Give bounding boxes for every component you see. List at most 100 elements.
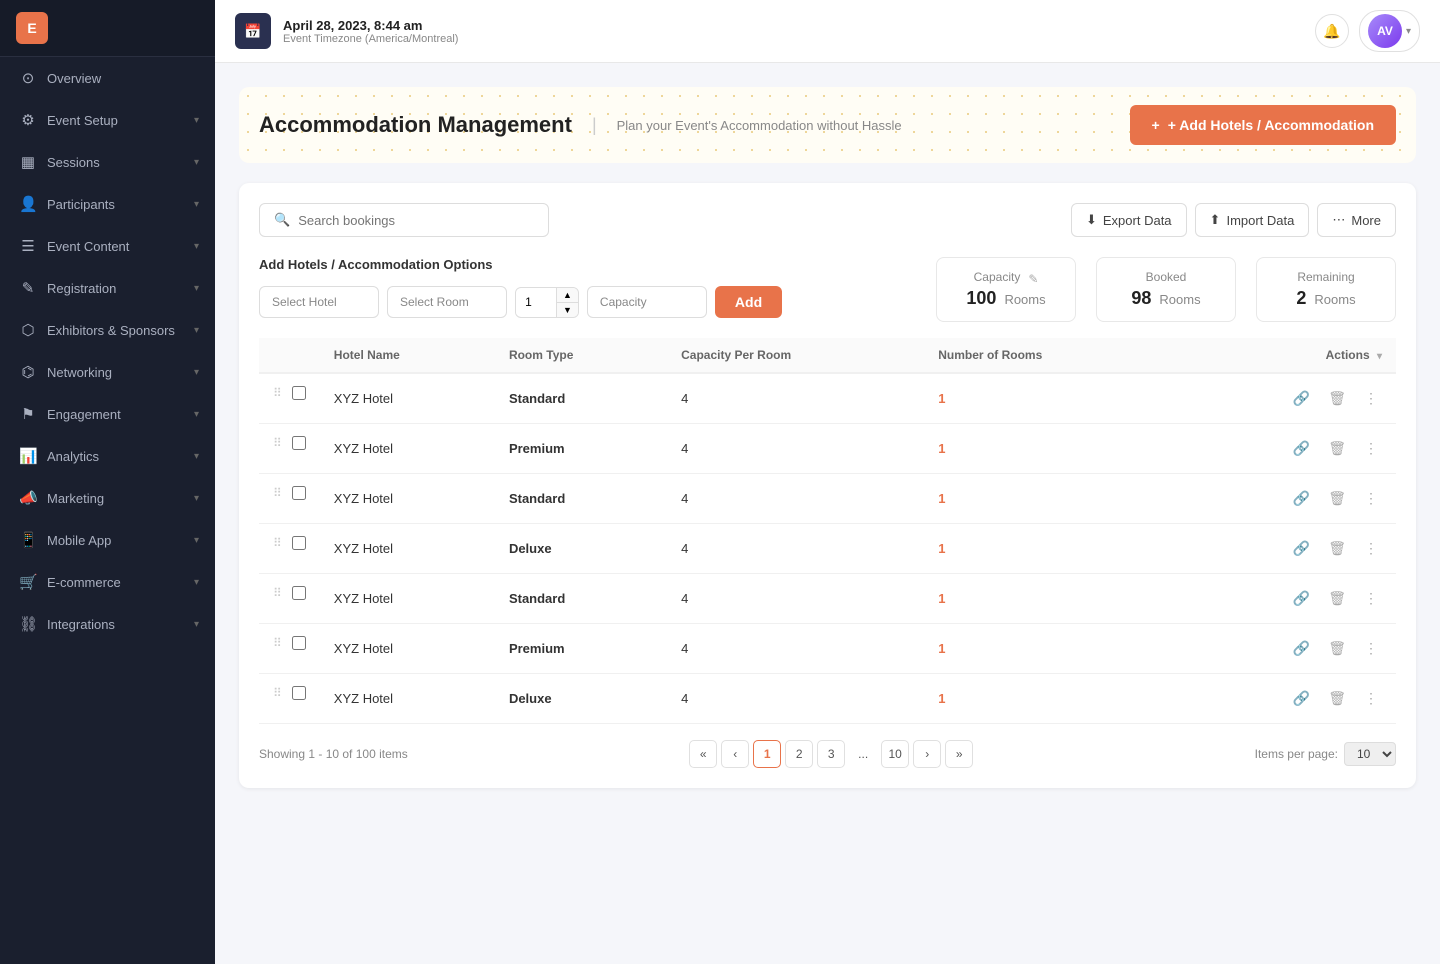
search-input[interactable] xyxy=(298,213,534,228)
edit-icon[interactable]: ✎ xyxy=(1028,272,1038,286)
row-checkbox[interactable] xyxy=(292,536,306,550)
sidebar-label-mobile-app: Mobile App xyxy=(47,533,184,548)
sidebar-item-ecommerce[interactable]: 🛒 E-commerce ▾ xyxy=(0,561,215,603)
chevron-down-icon: ▾ xyxy=(194,157,199,168)
exhibitors-icon: ⬡ xyxy=(19,321,37,339)
sidebar-item-event-content[interactable]: ☰ Event Content ▾ xyxy=(0,225,215,267)
delete-icon[interactable]: 🗑 xyxy=(1324,586,1350,611)
chevron-down-icon: ▾ xyxy=(194,115,199,126)
select-room-dropdown[interactable]: Select Room xyxy=(387,286,507,318)
pagination-last-button[interactable]: » xyxy=(945,740,973,768)
sidebar-item-analytics[interactable]: 📊 Analytics ▾ xyxy=(0,435,215,477)
drag-icon[interactable]: ⠿ xyxy=(273,636,282,650)
export-label: Export Data xyxy=(1103,213,1172,228)
drag-icon[interactable]: ⠿ xyxy=(273,486,282,500)
delete-icon[interactable]: 🗑 xyxy=(1324,636,1350,661)
quantity-stepper[interactable]: ▲ ▼ xyxy=(515,287,579,318)
col-capacity: Capacity Per Room xyxy=(667,338,924,373)
sidebar-item-engagement[interactable]: ⚑ Engagement ▾ xyxy=(0,393,215,435)
cell-hotel-name: XYZ Hotel xyxy=(320,524,495,574)
table: Hotel Name Room Type Capacity Per Room N… xyxy=(259,338,1396,724)
delete-icon[interactable]: 🗑 xyxy=(1324,436,1350,461)
increment-button[interactable]: ▲ xyxy=(557,288,578,303)
cell-hotel-name: XYZ Hotel xyxy=(320,424,495,474)
link-icon[interactable]: 🔗 xyxy=(1289,636,1314,661)
sidebar-item-participants[interactable]: 👤 Participants ▾ xyxy=(0,183,215,225)
pagination-page-2[interactable]: 2 xyxy=(785,740,813,768)
link-icon[interactable]: 🔗 xyxy=(1289,536,1314,561)
drag-icon[interactable]: ⠿ xyxy=(273,586,282,600)
link-icon[interactable]: 🔗 xyxy=(1289,586,1314,611)
more-options-icon[interactable]: ⋮ xyxy=(1360,436,1382,461)
row-checkbox[interactable] xyxy=(292,486,306,500)
add-hotel-label: + Add Hotels / Accommodation xyxy=(1168,117,1374,133)
event-setup-icon: ⚙ xyxy=(19,111,37,129)
pagination-prev-button[interactable]: ‹ xyxy=(721,740,749,768)
table-body: ⠿ XYZ Hotel Standard 4 1 🔗 🗑 ⋮ ⠿ XYZ Hot… xyxy=(259,373,1396,724)
import-label: Import Data xyxy=(1226,213,1294,228)
delete-icon[interactable]: 🗑 xyxy=(1324,486,1350,511)
link-icon[interactable]: 🔗 xyxy=(1289,486,1314,511)
more-options-icon[interactable]: ⋮ xyxy=(1360,486,1382,511)
quantity-input[interactable] xyxy=(516,289,556,315)
delete-icon[interactable]: 🗑 xyxy=(1324,386,1350,411)
sidebar-item-event-setup[interactable]: ⚙ Event Setup ▾ xyxy=(0,99,215,141)
sidebar-label-registration: Registration xyxy=(47,281,184,296)
drag-icon[interactable]: ⠿ xyxy=(273,436,282,450)
sidebar-item-mobile-app[interactable]: 📱 Mobile App ▾ xyxy=(0,519,215,561)
topbar: 📅 April 28, 2023, 8:44 am Event Timezone… xyxy=(215,0,1440,63)
add-row-button[interactable]: Add xyxy=(715,286,782,318)
capacity-label: Capacity xyxy=(974,270,1021,284)
sidebar-item-overview[interactable]: ⊙ Overview xyxy=(0,57,215,99)
row-checkbox[interactable] xyxy=(292,636,306,650)
items-per-page-select[interactable]: 10 25 50 xyxy=(1344,742,1396,766)
sidebar-item-marketing[interactable]: 📣 Marketing ▾ xyxy=(0,477,215,519)
row-checkbox[interactable] xyxy=(292,436,306,450)
more-options-icon[interactable]: ⋮ xyxy=(1360,536,1382,561)
chevron-down-icon: ▾ xyxy=(194,241,199,252)
select-hotel-dropdown[interactable]: Select Hotel xyxy=(259,286,379,318)
sidebar-label-overview: Overview xyxy=(47,71,199,86)
content-area: Accommodation Management | Plan your Eve… xyxy=(215,63,1440,964)
pagination-first-button[interactable]: « xyxy=(689,740,717,768)
row-checkbox[interactable] xyxy=(292,586,306,600)
sidebar-item-integrations[interactable]: ⛓ Integrations ▾ xyxy=(0,603,215,645)
sidebar-item-networking[interactable]: ⌬ Networking ▾ xyxy=(0,351,215,393)
link-icon[interactable]: 🔗 xyxy=(1289,386,1314,411)
pagination-page-1[interactable]: 1 xyxy=(753,740,781,768)
more-options-icon[interactable]: ⋮ xyxy=(1360,586,1382,611)
sidebar-label-sessions: Sessions xyxy=(47,155,184,170)
more-options-icon[interactable]: ⋮ xyxy=(1360,636,1382,661)
sidebar-item-registration[interactable]: ✎ Registration ▾ xyxy=(0,267,215,309)
more-options-icon[interactable]: ⋮ xyxy=(1360,686,1382,711)
export-data-button[interactable]: ⬇ Export Data xyxy=(1071,203,1187,237)
chevron-down-icon: ▾ xyxy=(1406,26,1411,37)
capacity-dropdown[interactable]: Capacity xyxy=(587,286,707,318)
more-options-icon[interactable]: ⋮ xyxy=(1360,386,1382,411)
pagination-next-button[interactable]: › xyxy=(913,740,941,768)
more-button[interactable]: ⋯ More xyxy=(1317,203,1396,237)
import-data-button[interactable]: ⬆ Import Data xyxy=(1195,203,1310,237)
table-row: ⠿ XYZ Hotel Premium 4 1 🔗 🗑 ⋮ xyxy=(259,424,1396,474)
cell-room-type: Deluxe xyxy=(495,524,667,574)
link-icon[interactable]: 🔗 xyxy=(1289,686,1314,711)
delete-icon[interactable]: 🗑 xyxy=(1324,536,1350,561)
main-card: 🔍 ⬇ Export Data ⬆ Import Data ⋯ More xyxy=(239,183,1416,788)
table-row: ⠿ XYZ Hotel Deluxe 4 1 🔗 🗑 ⋮ xyxy=(259,674,1396,724)
pagination-page-3[interactable]: 3 xyxy=(817,740,845,768)
user-avatar-button[interactable]: AV ▾ xyxy=(1359,10,1420,52)
delete-icon[interactable]: 🗑 xyxy=(1324,686,1350,711)
decrement-button[interactable]: ▼ xyxy=(557,303,578,317)
row-checkbox[interactable] xyxy=(292,386,306,400)
notification-bell-button[interactable]: 🔔 xyxy=(1315,14,1349,48)
title-separator: | xyxy=(592,115,597,136)
sidebar-item-sessions[interactable]: ▦ Sessions ▾ xyxy=(0,141,215,183)
link-icon[interactable]: 🔗 xyxy=(1289,436,1314,461)
row-checkbox[interactable] xyxy=(292,686,306,700)
drag-icon[interactable]: ⠿ xyxy=(273,386,282,400)
sidebar-item-exhibitors-sponsors[interactable]: ⬡ Exhibitors & Sponsors ▾ xyxy=(0,309,215,351)
add-hotel-button[interactable]: + + Add Hotels / Accommodation xyxy=(1130,105,1396,145)
pagination-page-10[interactable]: 10 xyxy=(881,740,909,768)
drag-icon[interactable]: ⠿ xyxy=(273,536,282,550)
drag-icon[interactable]: ⠿ xyxy=(273,686,282,700)
